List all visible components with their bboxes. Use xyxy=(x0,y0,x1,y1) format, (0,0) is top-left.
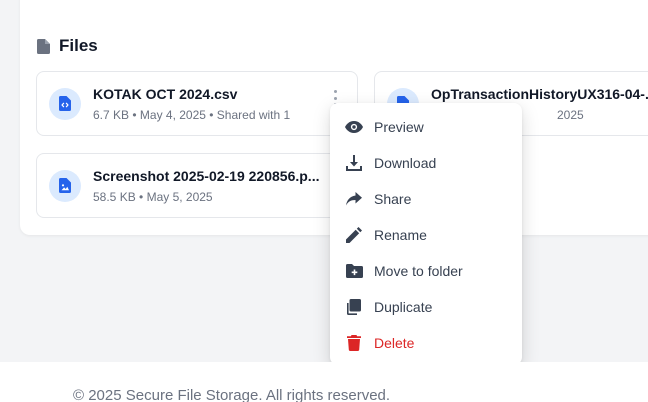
menu-item-preview[interactable]: Preview xyxy=(330,109,522,145)
menu-item-duplicate[interactable]: Duplicate xyxy=(330,289,522,325)
menu-item-label: Rename xyxy=(374,227,427,243)
file-meta: 6.7 KB • May 4, 2025 • Shared with 1 xyxy=(93,107,291,122)
menu-item-label: Share xyxy=(374,191,412,207)
menu-item-rename[interactable]: Rename xyxy=(330,217,522,253)
trash-icon xyxy=(345,334,363,352)
menu-item-share[interactable]: Share xyxy=(330,181,522,217)
share-icon xyxy=(345,190,363,208)
menu-item-label: Download xyxy=(374,155,437,171)
menu-item-label: Duplicate xyxy=(374,299,433,315)
menu-item-label: Move to folder xyxy=(374,263,463,279)
menu-item-delete[interactable]: Delete xyxy=(330,325,522,361)
menu-item-label: Delete xyxy=(374,335,415,351)
file-name: KOTAK OCT 2024.csv xyxy=(93,85,238,102)
code-file-icon xyxy=(49,87,81,120)
file-context-menu: Preview Download Share Rename Move to fo… xyxy=(330,103,522,365)
files-section-header: Files xyxy=(37,35,98,57)
section-title: Files xyxy=(59,36,98,55)
footer-copyright: © 2025 Secure File Storage. All rights r… xyxy=(73,387,391,402)
file-name: Screenshot 2025-02-19 220856.p... xyxy=(93,167,320,184)
copy-icon xyxy=(345,298,363,316)
eye-icon xyxy=(345,118,363,136)
menu-item-download[interactable]: Download xyxy=(330,145,522,181)
pencil-icon xyxy=(345,226,363,244)
folder-plus-icon xyxy=(345,262,363,280)
download-icon xyxy=(345,154,363,172)
menu-item-move-to-folder[interactable]: Move to folder xyxy=(330,253,522,289)
file-card-screenshot[interactable]: Screenshot 2025-02-19 220856.p... 58.5 K… xyxy=(36,153,358,218)
menu-item-label: Preview xyxy=(374,119,424,135)
document-icon xyxy=(37,38,50,54)
file-name: OpTransactionHistoryUX316-04-... xyxy=(431,85,648,102)
image-file-icon xyxy=(49,169,81,202)
file-card-kotak[interactable]: KOTAK OCT 2024.csv 6.7 KB • May 4, 2025 … xyxy=(36,71,358,136)
file-meta: 58.5 KB • May 5, 2025 xyxy=(93,189,213,204)
